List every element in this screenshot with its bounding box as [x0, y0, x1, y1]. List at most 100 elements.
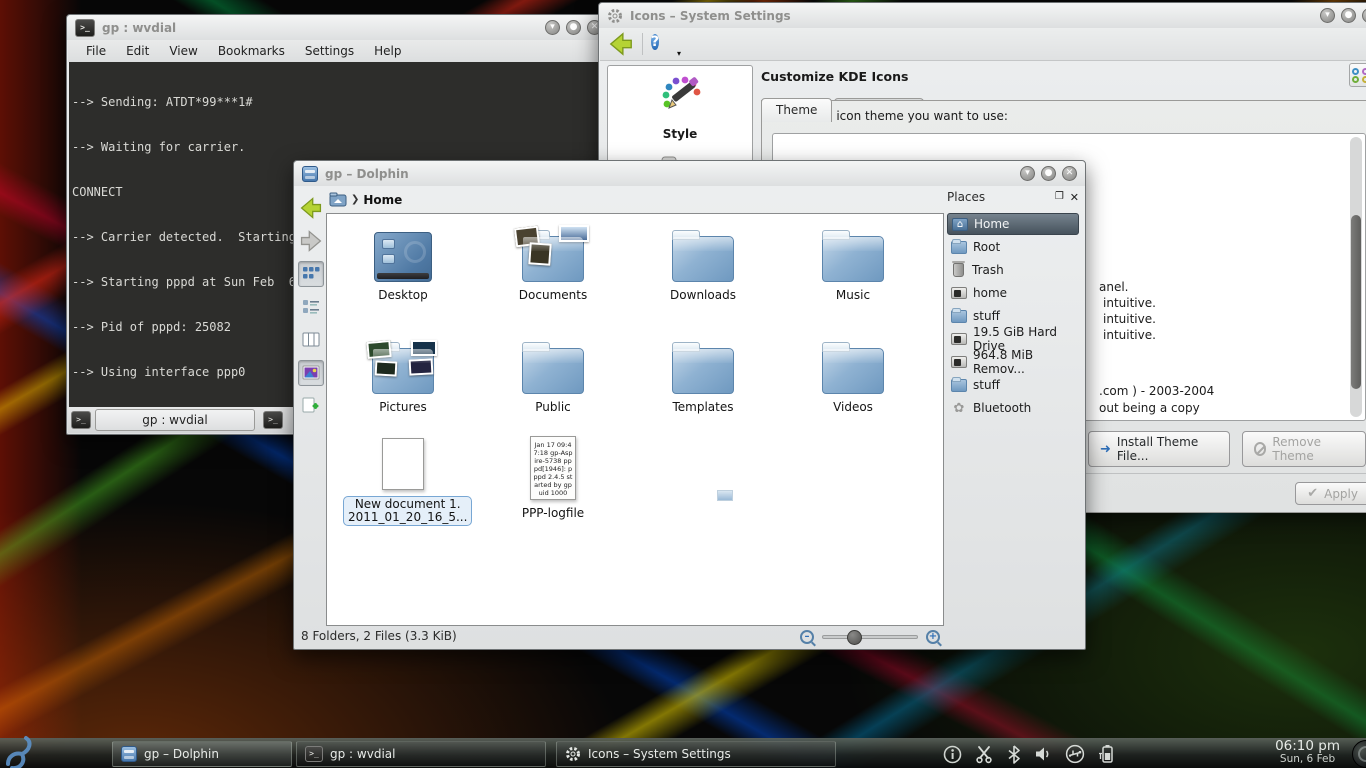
- back-button[interactable]: [298, 195, 324, 221]
- compact-view-button[interactable]: [298, 294, 324, 320]
- place-home[interactable]: ⌂ Home: [947, 213, 1079, 235]
- konsole-titlebar[interactable]: >_ gp : wvdial ▾ ● ✕: [67, 15, 610, 40]
- back-arrow-icon: [299, 196, 323, 220]
- minimize-icon[interactable]: ▾: [1320, 8, 1335, 23]
- folder-icon: [951, 310, 967, 323]
- sidebar-item-label: Style: [608, 127, 752, 141]
- close-icon[interactable]: ✕: [1362, 8, 1366, 23]
- system-settings-title: Icons – System Settings: [630, 9, 791, 23]
- konsole-menubar: File Edit View Bookmarks Settings Help: [68, 40, 609, 62]
- close-icon[interactable]: ✕: [1062, 166, 1077, 181]
- menu-edit[interactable]: Edit: [118, 42, 157, 60]
- minimize-icon[interactable]: ▾: [545, 20, 560, 35]
- apply-button[interactable]: ✔ Apply: [1295, 482, 1366, 505]
- zoom-control: – +: [800, 630, 940, 644]
- home-icon: [329, 192, 347, 207]
- menu-file[interactable]: File: [78, 42, 114, 60]
- grid-item-documents[interactable]: Documents: [493, 224, 613, 302]
- dolphin-app-icon: [121, 746, 137, 762]
- maximize-icon[interactable]: ●: [566, 20, 581, 35]
- scrollbar[interactable]: [1350, 137, 1362, 417]
- grid-item-desktop[interactable]: Desktop: [343, 224, 463, 302]
- grid-item-new-document[interactable]: New document 1. 2011_01_20_16_5...: [343, 436, 463, 526]
- menu-bookmarks[interactable]: Bookmarks: [210, 42, 293, 60]
- tab-list-button[interactable]: >_: [263, 411, 283, 429]
- place-removable[interactable]: 964.8 MiB Remov...: [947, 351, 1079, 373]
- help-icon: ?: [651, 34, 659, 50]
- scrollbar-thumb[interactable]: [1351, 215, 1361, 389]
- breadcrumb-home[interactable]: Home: [363, 193, 402, 207]
- zoom-in-icon[interactable]: +: [926, 630, 940, 644]
- app-launcher-icon[interactable]: [2, 735, 42, 768]
- forward-button[interactable]: [298, 228, 324, 254]
- new-tab-button[interactable]: >_: [71, 411, 91, 429]
- place-trash[interactable]: Trash: [947, 259, 1079, 281]
- split-view-button[interactable]: [298, 393, 324, 419]
- task-konsole[interactable]: >_ gp : wvdial: [296, 741, 546, 767]
- dolphin-app-icon: [302, 166, 318, 182]
- breadcrumb[interactable]: ❯ Home: [329, 192, 402, 207]
- close-panel-icon[interactable]: ✕: [1070, 191, 1079, 204]
- install-theme-button[interactable]: ➜ Install Theme File...: [1088, 431, 1230, 467]
- grid-item-public[interactable]: Public: [493, 336, 613, 414]
- place-stuff[interactable]: stuff: [947, 305, 1079, 327]
- konsole-title: gp : wvdial: [102, 21, 176, 35]
- task-dolphin[interactable]: gp – Dolphin: [112, 741, 292, 767]
- columns-view-button[interactable]: [298, 327, 324, 353]
- documents-folder-icon: [522, 236, 584, 282]
- maximize-icon[interactable]: ●: [1041, 166, 1056, 181]
- grid-item-ppp-logfile[interactable]: Jan 17 09:47:18 gp-Aspire-5738 pppd[1946…: [493, 436, 613, 520]
- folder-icon: [822, 236, 884, 282]
- page-title: Customize KDE Icons: [761, 69, 1366, 84]
- back-button[interactable]: [608, 31, 634, 57]
- clock[interactable]: 06:10 pm Sun, 6 Feb: [1275, 740, 1340, 766]
- place-bluetooth[interactable]: ✿ Bluetooth: [947, 397, 1079, 419]
- folder-view[interactable]: Desktop Documents Downloads Music: [326, 213, 944, 626]
- klipper-scissors-icon[interactable]: [975, 745, 994, 764]
- render-artifact: [717, 490, 733, 501]
- grid-item-music[interactable]: Music: [793, 224, 913, 302]
- menu-settings[interactable]: Settings: [297, 42, 362, 60]
- grid-item-videos[interactable]: Videos: [793, 336, 913, 414]
- grid-item-downloads[interactable]: Downloads: [643, 224, 763, 302]
- preview-toggle-button[interactable]: [298, 360, 324, 386]
- place-root[interactable]: Root: [947, 236, 1079, 258]
- panel-toolbox-icon[interactable]: [1352, 740, 1366, 768]
- minimize-icon[interactable]: ▾: [1020, 166, 1035, 181]
- preview-icon: [302, 364, 320, 382]
- task-system-settings[interactable]: Icons – System Settings: [556, 741, 836, 767]
- icons-view-button[interactable]: [298, 261, 324, 287]
- volume-icon[interactable]: [1034, 745, 1052, 763]
- dolphin-window: gp – Dolphin ▾ ● ✕ ❯ Home Places ❐: [293, 160, 1086, 650]
- tab-theme[interactable]: Theme: [761, 98, 832, 122]
- folder-icon: [822, 348, 884, 394]
- gear-icon: [565, 746, 581, 762]
- remove-theme-button[interactable]: Remove Theme: [1242, 431, 1366, 467]
- desktop: >_ gp : wvdial ▾ ● ✕ File Edit View Book…: [0, 0, 1366, 768]
- sidebar-item-style[interactable]: Style: [608, 66, 752, 141]
- maximize-icon[interactable]: ●: [1341, 8, 1356, 23]
- place-home-partition[interactable]: home: [947, 282, 1079, 304]
- bluetooth-icon[interactable]: [1007, 745, 1021, 764]
- zoom-out-icon[interactable]: –: [800, 630, 814, 644]
- system-settings-titlebar[interactable]: Icons – System Settings ▾ ● ✕: [599, 3, 1366, 28]
- forward-arrow-icon: [299, 229, 323, 253]
- dolphin-titlebar[interactable]: gp – Dolphin ▾ ● ✕: [294, 161, 1085, 186]
- zoom-slider-handle[interactable]: [847, 630, 862, 645]
- float-panel-icon[interactable]: ❐: [1055, 191, 1064, 204]
- info-icon[interactable]: [943, 745, 962, 764]
- usb-device-icon[interactable]: [1065, 744, 1085, 764]
- menu-help[interactable]: Help: [366, 42, 409, 60]
- place-hard-drive[interactable]: 19.5 GiB Hard Drive: [947, 328, 1079, 350]
- grid-item-pictures[interactable]: Pictures: [343, 336, 463, 414]
- battery-icon[interactable]: [1098, 744, 1116, 764]
- grid-item-templates[interactable]: Templates: [643, 336, 763, 414]
- system-tray: [943, 739, 1116, 768]
- menu-view[interactable]: View: [161, 42, 205, 60]
- folder-icon: [672, 348, 734, 394]
- clock-date: Sun, 6 Feb: [1275, 753, 1340, 766]
- zoom-slider[interactable]: [822, 635, 918, 639]
- place-stuff-2[interactable]: stuff: [947, 374, 1079, 396]
- help-button[interactable]: ? ▾: [651, 32, 681, 56]
- terminal-tab[interactable]: gp : wvdial: [95, 409, 255, 431]
